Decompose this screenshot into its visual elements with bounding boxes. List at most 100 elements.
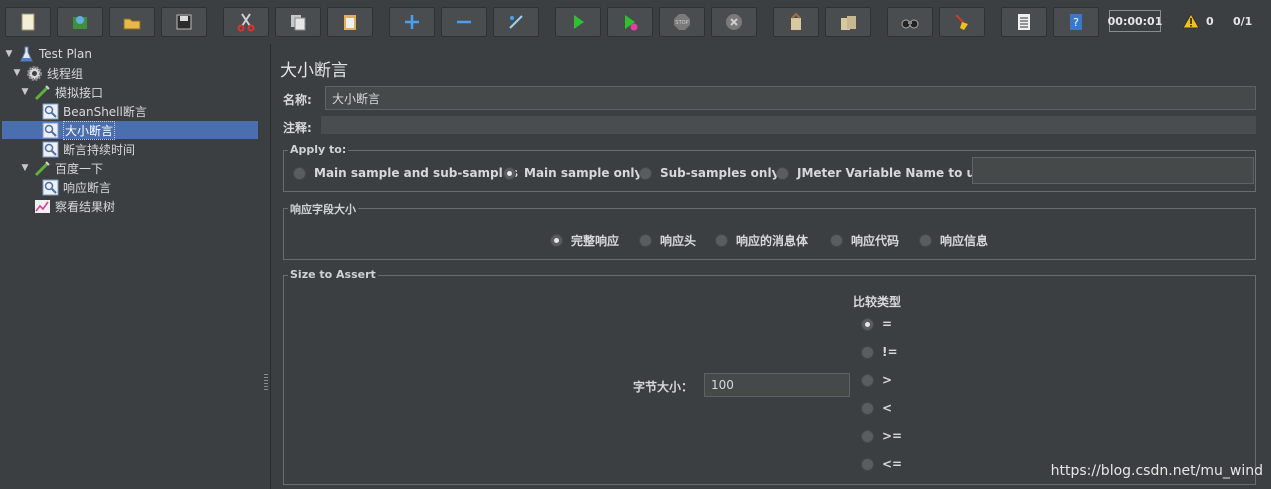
radio-label: Sub-samples only bbox=[660, 166, 780, 180]
radio-button[interactable] bbox=[830, 234, 843, 247]
field-response-headers-radio[interactable]: 响应头 bbox=[639, 232, 696, 249]
help-button[interactable]: ? bbox=[1053, 7, 1099, 37]
compare-greater-radio[interactable]: > bbox=[861, 373, 892, 387]
jmeter-variable-input[interactable] bbox=[972, 157, 1254, 184]
cut-button[interactable] bbox=[223, 7, 269, 37]
tree-node-sampler-mock[interactable]: ▼ 模拟接口 bbox=[20, 83, 103, 101]
warning-indicator[interactable]: 0 bbox=[1182, 11, 1222, 31]
open-button[interactable] bbox=[109, 7, 155, 37]
radio-label: >= bbox=[882, 429, 903, 443]
apply-main-only-radio[interactable]: Main sample only bbox=[503, 166, 642, 180]
radio-button-selected[interactable] bbox=[861, 317, 874, 331]
tree-node-thread-group[interactable]: ▼ 线程组 bbox=[12, 64, 83, 82]
field-response-code-radio[interactable]: 响应代码 bbox=[830, 232, 899, 249]
tree-node-test-plan[interactable]: ▼ Test Plan bbox=[4, 45, 92, 63]
apply-main-and-sub-radio[interactable]: Main sample and sub-samples bbox=[293, 166, 518, 180]
radio-button-selected[interactable] bbox=[503, 166, 516, 180]
compare-less-equal-radio[interactable]: <= bbox=[861, 457, 902, 471]
radio-label: 响应代码 bbox=[851, 234, 900, 248]
tree-node-sampler-baidu[interactable]: ▼ 百度一下 bbox=[20, 159, 103, 177]
reset-search-button[interactable] bbox=[939, 7, 985, 37]
radio-button[interactable] bbox=[639, 234, 652, 247]
expand-arrow-icon[interactable]: ▼ bbox=[20, 163, 30, 173]
compare-equal-radio[interactable]: = bbox=[861, 317, 892, 331]
toggle-icon bbox=[509, 15, 523, 29]
new-button[interactable] bbox=[5, 7, 51, 37]
toggle-button[interactable] bbox=[493, 7, 539, 37]
radio-button[interactable] bbox=[861, 457, 874, 471]
start-button[interactable] bbox=[555, 7, 601, 37]
start-no-pause-button[interactable] bbox=[607, 7, 653, 37]
radio-button[interactable] bbox=[861, 345, 874, 359]
compare-less-radio[interactable]: < bbox=[861, 401, 892, 415]
tree-node-beanshell-assertion[interactable]: BeanShell断言 bbox=[42, 102, 147, 120]
radio-label: != bbox=[882, 345, 898, 359]
tree-node-label: 线程组 bbox=[47, 66, 84, 81]
broom-icon bbox=[955, 14, 968, 30]
compare-greater-equal-radio[interactable]: >= bbox=[861, 429, 902, 443]
radio-label: Main sample only bbox=[524, 166, 643, 180]
templates-button[interactable] bbox=[57, 7, 103, 37]
search-button[interactable] bbox=[887, 7, 933, 37]
active-threads: 0/1 bbox=[1233, 15, 1253, 28]
assertion-icon bbox=[42, 141, 59, 157]
radio-button[interactable] bbox=[715, 234, 728, 247]
plus-icon bbox=[405, 15, 419, 29]
size-label: 字节大小： bbox=[633, 380, 694, 394]
clear-icon bbox=[791, 12, 801, 30]
radio-label: 响应头 bbox=[660, 234, 697, 248]
radio-button-selected[interactable] bbox=[550, 234, 563, 247]
radio-label: <= bbox=[882, 457, 903, 471]
collapse-all-button[interactable] bbox=[441, 7, 487, 37]
radio-label: < bbox=[882, 401, 893, 415]
radio-button[interactable] bbox=[861, 373, 874, 387]
gear-icon bbox=[27, 65, 42, 81]
field-response-body-radio[interactable]: 响应的消息体 bbox=[715, 232, 808, 249]
expand-arrow-icon[interactable]: ▼ bbox=[12, 68, 22, 78]
split-pane-divider[interactable] bbox=[262, 44, 271, 489]
chart-icon bbox=[35, 199, 50, 213]
expand-all-button[interactable] bbox=[389, 7, 435, 37]
apply-jmeter-variable-radio[interactable]: JMeter Variable Name to use bbox=[776, 166, 990, 180]
comment-field[interactable] bbox=[321, 116, 1256, 134]
tree-node-results-tree[interactable]: 察看结果树 bbox=[34, 197, 115, 215]
clear-all-button[interactable] bbox=[825, 7, 871, 37]
radio-button[interactable] bbox=[293, 166, 306, 180]
field-full-response-radio[interactable]: 完整响应 bbox=[550, 232, 619, 249]
apply-to-title: Apply to: bbox=[288, 143, 349, 156]
tree-node-label: 模拟接口 bbox=[55, 85, 104, 100]
radio-button[interactable] bbox=[861, 429, 874, 443]
field-response-message-radio[interactable]: 响应信息 bbox=[919, 232, 988, 249]
binoculars-icon bbox=[901, 19, 919, 29]
tree-node-size-assertion[interactable]: 大小断言 bbox=[2, 120, 258, 140]
apply-to-group: Apply to: Main sample and sub-samples Ma… bbox=[283, 143, 1256, 192]
expand-arrow-icon[interactable]: ▼ bbox=[20, 87, 30, 97]
stop-button[interactable]: STOP bbox=[659, 7, 705, 37]
save-button[interactable] bbox=[161, 7, 207, 37]
radio-button[interactable] bbox=[776, 166, 789, 180]
radio-button[interactable] bbox=[919, 234, 932, 247]
drag-grip-icon bbox=[264, 374, 268, 390]
shutdown-button[interactable] bbox=[711, 7, 757, 37]
copy-button[interactable] bbox=[275, 7, 321, 37]
radio-button[interactable] bbox=[861, 401, 874, 415]
function-helper-button[interactable] bbox=[1001, 7, 1047, 37]
tree-node-duration-assertion[interactable]: 断言持续时间 bbox=[42, 140, 135, 158]
sampler-icon bbox=[34, 84, 50, 100]
tree-node-label: Test Plan bbox=[39, 47, 92, 61]
help-icon: ? bbox=[1070, 14, 1082, 30]
start-no-pause-icon bbox=[625, 15, 638, 31]
radio-label: JMeter Variable Name to use bbox=[797, 166, 991, 180]
assertion-icon bbox=[42, 103, 59, 119]
paste-button[interactable] bbox=[327, 7, 373, 37]
name-field[interactable]: 大小断言 bbox=[325, 86, 1256, 110]
compare-not-equal-radio[interactable]: != bbox=[861, 345, 898, 359]
tree-node-label: 大小断言 bbox=[63, 120, 116, 140]
radio-button[interactable] bbox=[639, 166, 652, 180]
clear-button[interactable] bbox=[773, 7, 819, 37]
apply-sub-only-radio[interactable]: Sub-samples only bbox=[639, 166, 779, 180]
clear-all-icon bbox=[841, 16, 856, 30]
size-input[interactable]: 100 bbox=[704, 373, 850, 397]
tree-node-response-assertion[interactable]: 响应断言 bbox=[42, 178, 111, 196]
expand-arrow-icon[interactable]: ▼ bbox=[4, 49, 14, 59]
